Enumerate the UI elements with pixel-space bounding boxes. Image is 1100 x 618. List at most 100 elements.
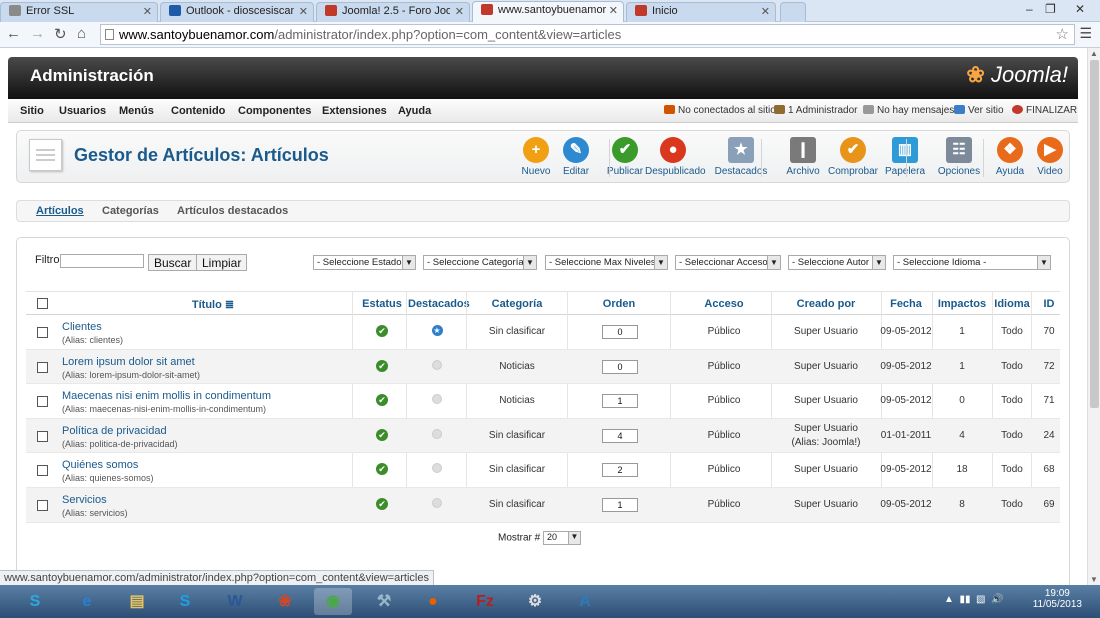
clear-button[interactable]: Limpiar [196,254,248,271]
row-checkbox[interactable] [37,361,48,373]
unfeatured-icon[interactable] [432,497,442,508]
maximize-icon[interactable]: ❐ [1045,2,1056,16]
filter-input[interactable] [60,254,144,268]
author-cell[interactable]: Super Usuario [771,326,881,337]
featured-cell[interactable] [408,359,466,373]
toolbar-button-comprobar[interactable]: ✔ Comprobar [825,137,881,179]
order-input[interactable]: 0 [602,325,638,339]
status-cell[interactable]: ✔ [360,394,404,407]
order-input[interactable]: 1 [602,497,638,512]
article-title-link[interactable]: Política de privacidad [62,425,167,437]
featured-star-icon[interactable]: ★ [431,325,443,336]
row-checkbox[interactable] [37,430,48,442]
status-cell[interactable]: ✔ [360,428,404,441]
menu-item-componentes[interactable]: Componentes [238,105,311,117]
status-cell[interactable]: ✔ [360,359,404,372]
status-item[interactable]: Ver sitio [954,105,1004,116]
search-button[interactable]: Buscar [148,254,198,271]
column-header-2[interactable]: Destacados [408,298,470,310]
toolbar-button-archivo[interactable]: ❙ Archivo [775,137,831,179]
subnav-item[interactable]: Artículos destacados [177,205,288,217]
author-cell[interactable]: Super Usuario [771,499,881,510]
browser-tab[interactable]: Joomla! 2.5 - Foro Joomla ✕ [316,2,470,22]
unfeatured-icon[interactable] [432,428,442,439]
column-header-1[interactable]: Estatus [360,298,404,310]
article-title-link[interactable]: Maecenas nisi enim mollis in condimentum [62,390,271,402]
taskbar-app-icon[interactable]: ⚒ [365,588,403,615]
article-title-link[interactable]: Servicios [62,494,107,506]
minimize-icon[interactable]: – [1026,2,1033,16]
unfeatured-icon[interactable] [432,394,442,405]
clock[interactable]: 19:09 11/05/2013 [1033,588,1082,610]
menu-item-extensiones[interactable]: Extensiones [322,105,387,117]
tab-close-icon[interactable]: ✕ [761,5,770,18]
article-title-link[interactable]: Lorem ipsum dolor sit amet [62,356,195,368]
menu-item-usuarios[interactable]: Usuarios [59,105,106,117]
column-header-7[interactable]: Fecha [876,298,936,310]
back-icon[interactable]: ← [6,25,21,42]
row-checkbox[interactable] [37,499,48,511]
published-icon[interactable]: ✔ [376,463,388,476]
taskbar-app-icon[interactable]: ◉ [314,588,352,615]
filter-select[interactable]: - Seleccione Max Niveles - ▼ [545,255,668,270]
order-input[interactable]: 2 [602,463,638,478]
toolbar-button-papelera[interactable]: ▥ Papelera [877,137,933,179]
reload-icon[interactable]: ↻ [54,25,67,43]
browser-tab[interactable]: Inicio ✕ [626,2,776,22]
joomla-logo[interactable]: ❀ Joomla! [966,62,1068,88]
new-tab-button[interactable] [780,2,806,22]
published-icon[interactable]: ✔ [376,428,388,441]
article-title-link[interactable]: Quiénes somos [62,459,138,471]
filter-select[interactable]: - Seleccionar Acceso - ▼ [675,255,781,270]
menu-item-ayuda[interactable]: Ayuda [398,105,431,117]
filter-select[interactable]: - Seleccione Estado - ▼ [313,255,416,270]
article-title-link[interactable]: Clientes [62,321,102,333]
toolbar-button-despublicado[interactable]: ● Despublicado [645,137,706,179]
close-window-icon[interactable]: ✕ [1075,2,1085,16]
status-cell[interactable]: ✔ [360,325,404,337]
limit-select[interactable]: 20 ▼ [543,531,582,545]
published-icon[interactable]: ✔ [376,394,388,407]
taskbar-app-icon[interactable]: S [166,588,204,615]
filter-select[interactable]: - Seleccione Autor - ▼ [788,255,886,270]
taskbar-app-icon[interactable]: Fz [466,588,504,615]
tab-close-icon[interactable]: ✕ [299,5,308,18]
taskbar-app-icon[interactable]: A [566,588,604,615]
order-input[interactable]: 1 [602,394,638,409]
featured-cell[interactable] [408,463,466,476]
row-checkbox[interactable] [37,465,48,477]
status-item[interactable]: FINALIZAR [1012,105,1077,116]
filter-select[interactable]: - Seleccione Idioma - ▼ [893,255,1051,270]
column-header-4[interactable]: Orden [584,298,654,310]
scrollbar-thumb[interactable] [1090,60,1099,408]
browser-tab[interactable]: www.santoybuenamor.co✕ [472,1,624,23]
row-checkbox[interactable] [37,327,48,338]
tab-close-icon[interactable]: ✕ [143,5,152,18]
status-cell[interactable]: ✔ [360,497,404,510]
toolbar-button-editar[interactable]: ✎ Editar [548,137,604,179]
browser-menu-icon[interactable]: ☰ [1079,25,1092,42]
tray-icons[interactable]: ▲ ▮▮ ▧ 🔊 [944,594,1003,605]
taskbar-app-icon[interactable]: S [16,588,54,615]
menu-item-contenido[interactable]: Contenido [171,105,225,117]
taskbar-app-icon[interactable]: W [216,588,254,615]
taskbar-app-icon[interactable]: ⚙ [516,588,554,615]
order-input[interactable]: 0 [602,359,638,374]
column-header-6[interactable]: Creado por [771,298,881,310]
subnav-item[interactable]: Categorías [102,205,159,217]
author-cell[interactable]: Super Usuario [771,395,881,406]
toolbar-button-opciones[interactable]: ☷ Opciones [931,137,987,179]
home-icon[interactable]: ⌂ [77,25,86,42]
page-scrollbar[interactable]: ▲ ▼ [1087,48,1100,585]
subnav-item[interactable]: Artículos [36,205,84,217]
scroll-up-icon[interactable]: ▲ [1090,49,1098,58]
taskbar-app-icon[interactable]: ❀ [266,588,304,615]
menu-item-menús[interactable]: Menús [119,105,154,117]
browser-tab[interactable]: Outlook - dioscesiscanelo ✕ [160,2,314,22]
featured-cell[interactable] [408,394,466,407]
scroll-down-icon[interactable]: ▼ [1090,575,1098,584]
toolbar-button-video[interactable]: ▶ Video [1022,137,1078,179]
forward-icon[interactable]: → [30,25,45,42]
browser-tab[interactable]: Error SSL ✕ [0,2,158,22]
author-cell[interactable]: Super Usuario [771,423,881,434]
